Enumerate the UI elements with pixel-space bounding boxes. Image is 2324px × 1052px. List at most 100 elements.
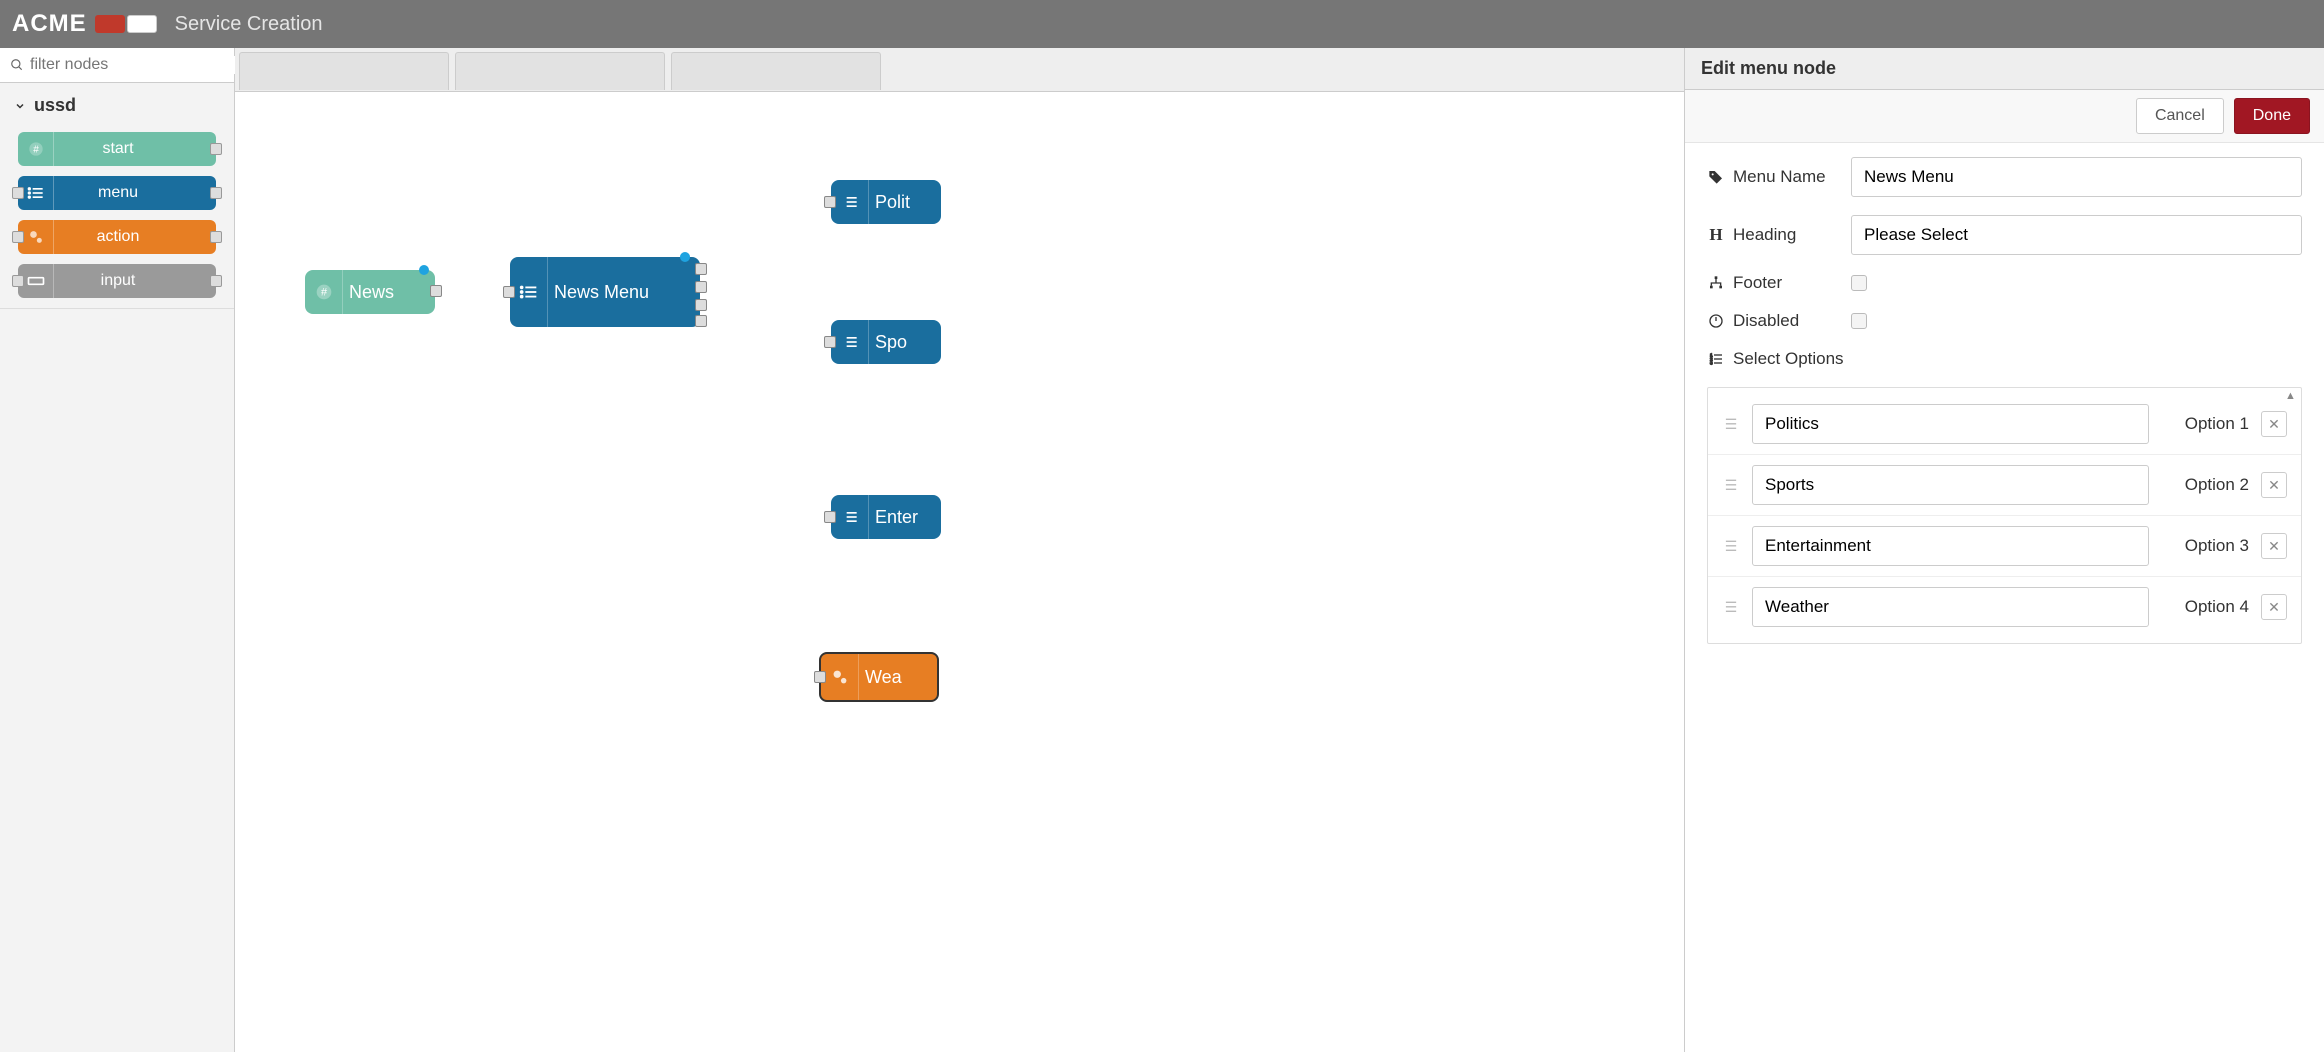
done-button[interactable]: Done xyxy=(2234,98,2310,134)
edit-panel-title: Edit menu node xyxy=(1685,48,2324,90)
node-port[interactable] xyxy=(210,275,222,287)
svg-text:#: # xyxy=(320,287,327,299)
menu-name-input[interactable] xyxy=(1851,157,2302,197)
canvas-node-label: Spo xyxy=(875,332,907,353)
drag-handle-icon[interactable]: ☰ xyxy=(1722,599,1740,616)
option-delete-button[interactable]: ✕ xyxy=(2261,533,2287,559)
workspace-tab[interactable] xyxy=(455,52,665,90)
wire-layer xyxy=(235,92,535,242)
filter-input[interactable] xyxy=(30,56,237,74)
field-label: Disabled xyxy=(1733,311,1799,331)
svg-text:3: 3 xyxy=(1710,360,1713,365)
option-row: ☰ Option 1 ✕ xyxy=(1708,394,2301,455)
tabstrip xyxy=(235,48,1684,92)
option-delete-button[interactable]: ✕ xyxy=(2261,411,2287,437)
select-options-label: 123 Select Options xyxy=(1707,349,2302,369)
palette-filter[interactable] xyxy=(0,48,234,83)
edit-panel: Edit menu node Cancel Done Menu Name xyxy=(1684,48,2324,1052)
cancel-button[interactable]: Cancel xyxy=(2136,98,2224,134)
canvas-node-menu[interactable]: Spo xyxy=(831,320,941,364)
heading-input[interactable] xyxy=(1851,215,2302,255)
tag-icon xyxy=(1707,169,1725,185)
node-port[interactable] xyxy=(210,143,222,155)
canvas-node-menu[interactable]: News Menu xyxy=(510,257,700,327)
node-port[interactable] xyxy=(695,315,707,327)
node-port[interactable] xyxy=(210,231,222,243)
power-icon xyxy=(1707,313,1725,329)
node-port[interactable] xyxy=(824,336,836,348)
node-port[interactable] xyxy=(12,231,24,243)
option-delete-button[interactable]: ✕ xyxy=(2261,594,2287,620)
canvas-node-action[interactable]: Wea xyxy=(819,652,939,702)
option-number: Option 2 xyxy=(2161,475,2249,495)
field-label: Footer xyxy=(1733,273,1782,293)
field-label: Heading xyxy=(1733,225,1796,245)
palette-node-label: input xyxy=(60,272,216,290)
search-icon xyxy=(10,58,24,72)
scroll-up-icon[interactable]: ▲ xyxy=(2285,390,2299,402)
list-icon xyxy=(831,320,869,364)
node-port[interactable] xyxy=(695,299,707,311)
node-port[interactable] xyxy=(430,285,442,297)
option-number: Option 3 xyxy=(2161,536,2249,556)
field-menu-name: Menu Name xyxy=(1707,157,2302,197)
palette-list: # start menu action xyxy=(0,122,234,309)
node-port[interactable] xyxy=(12,275,24,287)
field-disabled: Disabled xyxy=(1707,311,2302,331)
node-port[interactable] xyxy=(814,671,826,683)
palette-node-menu[interactable]: menu xyxy=(18,176,216,210)
palette-node-action[interactable]: action xyxy=(18,220,216,254)
options-list: ▲ ☰ Option 1 ✕ ☰ Option 2 ✕ ☰ xyxy=(1707,387,2302,644)
brand-graphic xyxy=(95,15,157,33)
svg-text:#: # xyxy=(33,144,39,155)
node-status-dot xyxy=(419,265,429,275)
workspace: # News News Menu xyxy=(235,48,1684,1052)
field-footer: Footer xyxy=(1707,273,2302,293)
gear-hash-icon: # xyxy=(305,270,343,314)
node-palette: ussd # start menu xyxy=(0,48,235,1052)
option-input[interactable] xyxy=(1752,404,2149,444)
drag-handle-icon[interactable]: ☰ xyxy=(1722,477,1740,494)
flow-canvas[interactable]: # News News Menu xyxy=(235,92,1684,1052)
node-port[interactable] xyxy=(12,187,24,199)
node-port[interactable] xyxy=(210,187,222,199)
disabled-checkbox[interactable] xyxy=(1851,313,1867,329)
gears-icon xyxy=(821,654,859,700)
option-delete-button[interactable]: ✕ xyxy=(2261,472,2287,498)
footer-checkbox[interactable] xyxy=(1851,275,1867,291)
canvas-node-label: Enter xyxy=(875,507,918,528)
gear-hash-icon: # xyxy=(18,132,54,166)
field-heading: H Heading xyxy=(1707,215,2302,255)
canvas-node-label: Wea xyxy=(865,667,902,688)
canvas-node-menu[interactable]: Polit xyxy=(831,180,941,224)
palette-node-label: start xyxy=(60,140,216,158)
canvas-node-label: News Menu xyxy=(554,282,649,303)
option-input[interactable] xyxy=(1752,587,2149,627)
canvas-node-menu[interactable]: Enter xyxy=(831,495,941,539)
field-label: Menu Name xyxy=(1733,167,1826,187)
list-icon xyxy=(831,495,869,539)
drag-handle-icon[interactable]: ☰ xyxy=(1722,416,1740,433)
palette-category-toggle[interactable]: ussd xyxy=(0,83,234,122)
palette-node-label: menu xyxy=(60,184,216,202)
brand-logo: ACME xyxy=(12,10,87,38)
workspace-tab[interactable] xyxy=(239,52,449,90)
canvas-node-label: News xyxy=(349,282,394,303)
node-status-dot xyxy=(680,252,690,262)
workspace-tab[interactable] xyxy=(671,52,881,90)
node-port[interactable] xyxy=(695,281,707,293)
option-number: Option 1 xyxy=(2161,414,2249,434)
node-port[interactable] xyxy=(824,196,836,208)
node-port[interactable] xyxy=(824,511,836,523)
heading-icon: H xyxy=(1707,225,1725,245)
palette-node-input[interactable]: input xyxy=(18,264,216,298)
palette-node-start[interactable]: # start xyxy=(18,132,216,166)
drag-handle-icon[interactable]: ☰ xyxy=(1722,538,1740,555)
option-row: ☰ Option 2 ✕ xyxy=(1708,455,2301,516)
node-port[interactable] xyxy=(695,263,707,275)
option-input[interactable] xyxy=(1752,465,2149,505)
edit-form: Menu Name H Heading xyxy=(1685,143,2324,658)
node-port[interactable] xyxy=(503,286,515,298)
option-input[interactable] xyxy=(1752,526,2149,566)
canvas-node-start[interactable]: # News xyxy=(305,270,435,314)
